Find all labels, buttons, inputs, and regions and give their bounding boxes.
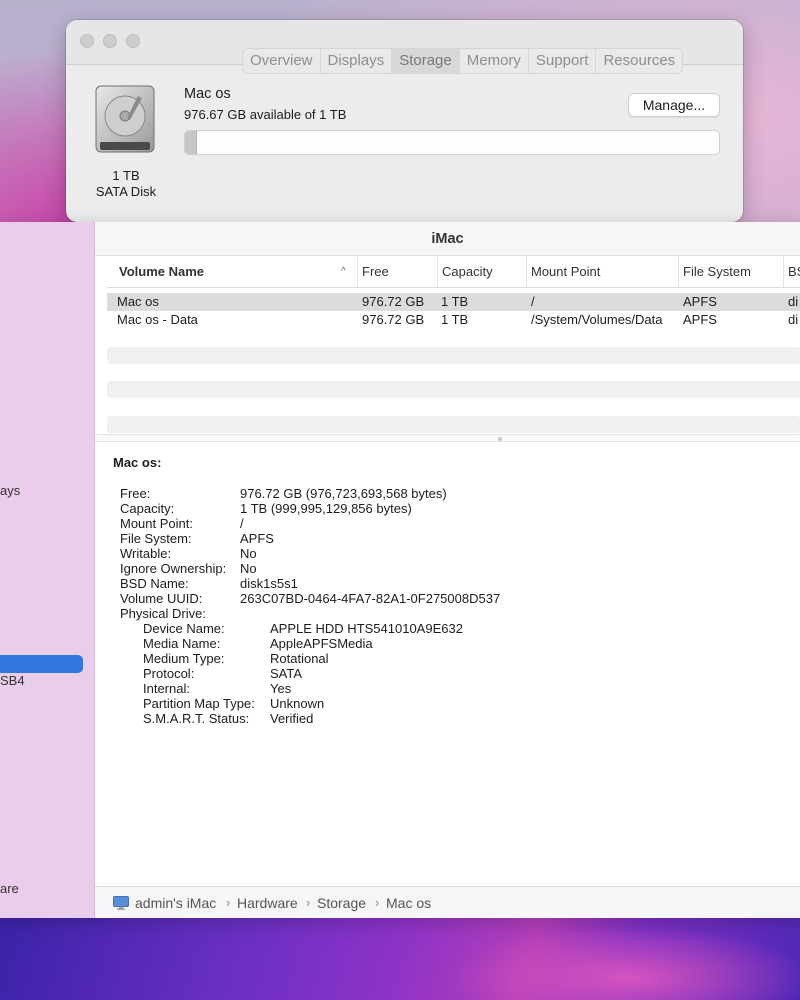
- tab-support[interactable]: Support: [529, 49, 597, 73]
- path-bar: admin's iMac › Hardware › Storage › Mac …: [95, 886, 800, 918]
- about-this-mac-window: Overview Displays Storage Memory Support…: [66, 20, 743, 222]
- table-header: Volume Name ^ Free Capacity Mount Point …: [107, 256, 800, 288]
- breadcrumb-volume[interactable]: Mac os: [386, 887, 431, 919]
- detail-key: Device Name:: [143, 621, 225, 636]
- detail-key: Free:: [120, 486, 151, 501]
- detail-key: Internal:: [143, 681, 190, 696]
- cell-file-system: APFS: [683, 294, 717, 309]
- table-row[interactable]: Mac os - Data 976.72 GB 1 TB /System/Vol…: [107, 311, 800, 329]
- tab-storage[interactable]: Storage: [392, 49, 460, 73]
- detail-title: Mac os:: [113, 455, 162, 470]
- cell-mount-point: /: [531, 294, 535, 309]
- volume-available: 976.67 GB available of 1 TB: [184, 107, 347, 122]
- imac-icon: [113, 896, 129, 910]
- column-header-mount-point[interactable]: Mount Point: [526, 256, 678, 288]
- detail-value: APPLE HDD HTS541010A9E632: [270, 621, 463, 636]
- cell-capacity: 1 TB: [441, 312, 469, 327]
- detail-key: Writable:: [120, 546, 172, 561]
- storage-usage-bar: [184, 130, 720, 155]
- detail-value: No: [240, 561, 257, 576]
- table-row[interactable]: Mac os 976.72 GB 1 TB / APFS di: [107, 293, 800, 311]
- detail-value: Yes: [270, 681, 292, 696]
- volume-name: Mac os: [184, 86, 231, 102]
- sort-ascending-icon[interactable]: ^: [341, 266, 346, 277]
- cell-mount-point: /System/Volumes/Data: [531, 312, 663, 327]
- breadcrumb-storage[interactable]: Storage: [317, 887, 366, 919]
- detail-value: Verified: [270, 711, 314, 726]
- split-view-divider[interactable]: [95, 434, 800, 442]
- cell-volume-name: Mac os: [117, 294, 159, 309]
- detail-value: AppleAPFSMedia: [270, 636, 373, 651]
- cell-free: 976.72 GB: [362, 312, 425, 327]
- detail-value: 1 TB (999,995,129,856 bytes): [240, 501, 412, 516]
- column-header-bsd[interactable]: BS: [783, 256, 800, 288]
- disk-size: 1 TB: [112, 168, 140, 183]
- detail-key: Medium Type:: [143, 651, 225, 666]
- detail-key: Volume UUID:: [120, 591, 203, 606]
- breadcrumb-hardware[interactable]: Hardware: [237, 887, 298, 919]
- sidebar-item[interactable]: are: [0, 881, 19, 896]
- zoom-button[interactable]: [126, 34, 140, 48]
- detail-key: File System:: [120, 531, 192, 546]
- column-header-volume-name[interactable]: Volume Name: [107, 256, 357, 288]
- detail-value: 976.72 GB (976,723,693,568 bytes): [240, 486, 447, 501]
- detail-key: Ignore Ownership:: [120, 561, 227, 576]
- detail-key: Protocol:: [143, 666, 195, 681]
- cell-bsd-name: di: [788, 312, 799, 327]
- detail-value: /: [240, 516, 244, 531]
- detail-key: S.M.A.R.T. Status:: [143, 711, 250, 726]
- detail-value: Rotational: [270, 651, 329, 666]
- detail-value: No: [240, 546, 257, 561]
- tab-resources[interactable]: Resources: [596, 49, 682, 73]
- cell-bsd-name: di: [788, 294, 799, 309]
- column-header-free[interactable]: Free: [357, 256, 437, 288]
- storage-usage-fill: [185, 131, 198, 154]
- detail-key: Capacity:: [120, 501, 175, 516]
- empty-row: [107, 347, 800, 364]
- empty-row: [107, 416, 800, 433]
- detail-key: Mount Point:: [120, 516, 193, 531]
- detail-key: BSD Name:: [120, 576, 189, 591]
- breadcrumb-computer[interactable]: admin's iMac: [135, 887, 216, 919]
- tab-overview[interactable]: Overview: [243, 49, 321, 73]
- sidebar: ays SB4 are: [0, 222, 95, 918]
- wallpaper: [0, 918, 800, 1000]
- minimize-button[interactable]: [103, 34, 117, 48]
- empty-row: [107, 381, 800, 398]
- close-button[interactable]: [80, 34, 94, 48]
- tab-memory[interactable]: Memory: [460, 49, 529, 73]
- divider-handle-icon[interactable]: [498, 437, 502, 441]
- disk-type: SATA Disk: [95, 184, 157, 199]
- cell-file-system: APFS: [683, 312, 717, 327]
- detail-value: disk1s5s1: [240, 576, 298, 591]
- system-information-window: ays SB4 are iMac Volume Name ^ Free Capa…: [0, 222, 800, 918]
- chevron-right-icon: ›: [306, 895, 311, 910]
- detail-key: Media Name:: [143, 636, 221, 651]
- sidebar-item-selected[interactable]: [0, 655, 83, 673]
- cell-free: 976.72 GB: [362, 294, 425, 309]
- detail-key: Partition Map Type:: [143, 696, 255, 711]
- cell-volume-name: Mac os - Data: [117, 312, 198, 327]
- tab-bar: Overview Displays Storage Memory Support…: [242, 48, 684, 74]
- detail-value: 263C07BD-0464-4FA7-82A1-0F275008D537: [240, 591, 501, 606]
- chevron-right-icon: ›: [375, 895, 380, 910]
- column-header-file-system[interactable]: File System: [678, 256, 783, 288]
- detail-value: APFS: [240, 531, 274, 546]
- sidebar-item[interactable]: ays: [0, 483, 20, 498]
- column-header-capacity[interactable]: Capacity: [437, 256, 526, 288]
- hard-disk-icon: [95, 85, 155, 153]
- manage-button[interactable]: Manage...: [628, 93, 720, 117]
- detail-key: Physical Drive:: [120, 606, 206, 621]
- window-title: iMac: [95, 222, 800, 256]
- sidebar-item[interactable]: SB4: [0, 673, 25, 688]
- tab-displays[interactable]: Displays: [321, 49, 393, 73]
- detail-value: Unknown: [270, 696, 325, 711]
- detail-value: SATA: [270, 666, 303, 681]
- chevron-right-icon: ›: [226, 895, 231, 910]
- cell-capacity: 1 TB: [441, 294, 469, 309]
